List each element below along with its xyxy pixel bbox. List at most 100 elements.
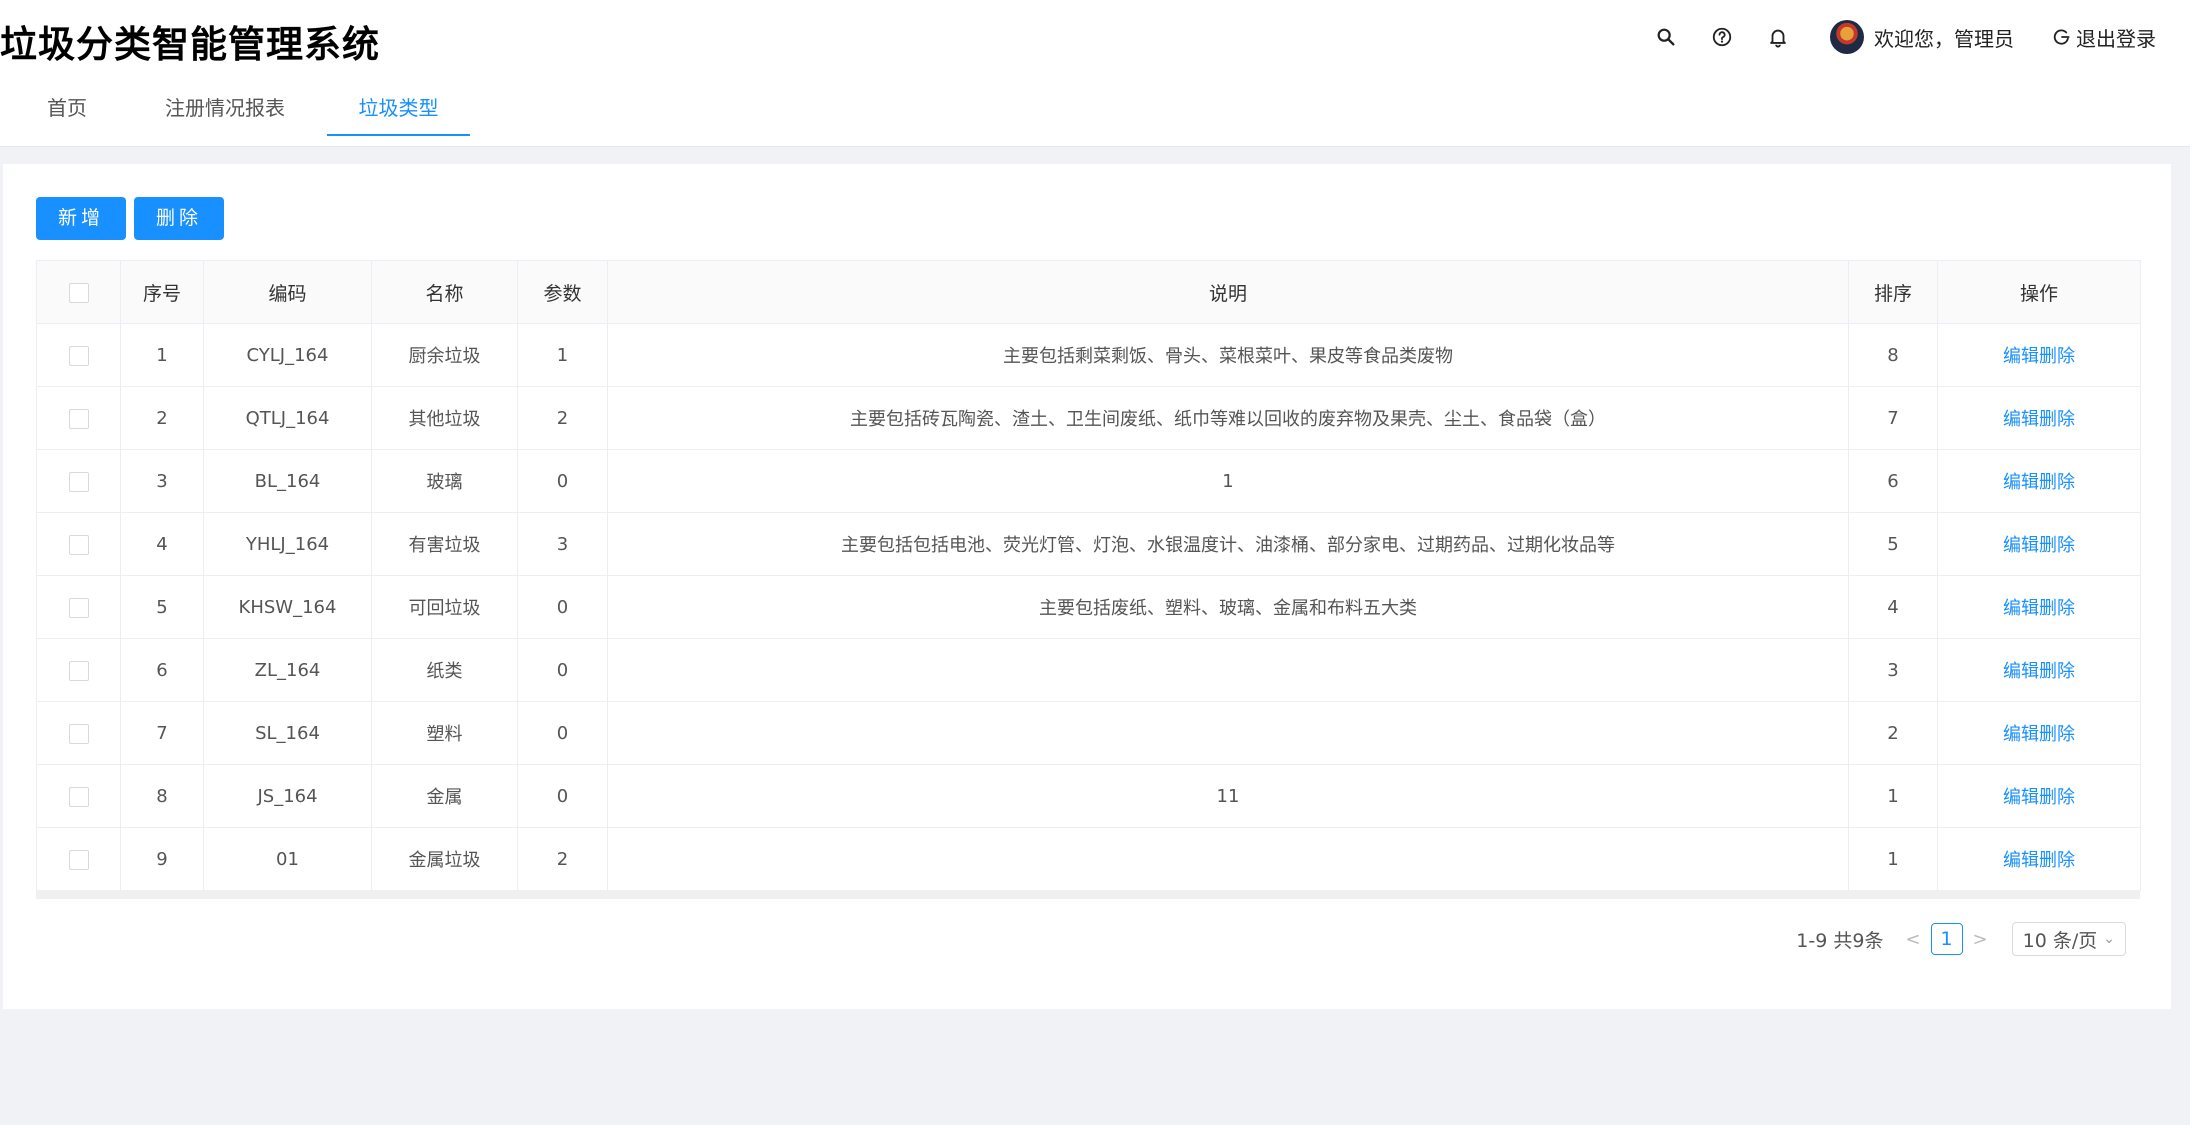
- cell-name: 其他垃圾: [371, 386, 518, 450]
- cell-sort: 1: [1848, 827, 1938, 891]
- cell-description: 主要包括包括电池、荧光灯管、灯泡、水银温度计、油漆桶、部分家电、过期药品、过期化…: [607, 512, 1849, 576]
- cell-index: 4: [120, 512, 204, 576]
- cell-sort: 7: [1848, 386, 1938, 450]
- cell-name: 金属: [371, 764, 518, 828]
- edit-delete-link[interactable]: 编辑删除: [2003, 472, 2075, 493]
- cell-description: 主要包括砖瓦陶瓷、渣土、卫生间废纸、纸巾等难以回收的废弃物及果壳、尘土、食品袋（…: [607, 386, 1849, 450]
- edit-delete-link[interactable]: 编辑删除: [2003, 724, 2075, 745]
- row-checkbox[interactable]: [68, 849, 89, 870]
- cell-description: 1: [607, 449, 1849, 513]
- select-all-checkbox[interactable]: [68, 282, 89, 303]
- cell-name: 可回垃圾: [371, 575, 518, 639]
- cell-index: 5: [120, 575, 204, 639]
- cell-code: KHSW_164: [203, 575, 372, 639]
- edit-delete-link[interactable]: 编辑删除: [2003, 787, 2075, 808]
- cell-param: 1: [517, 323, 608, 387]
- help-icon[interactable]: [1694, 9, 1750, 65]
- row-checkbox[interactable]: [68, 534, 89, 555]
- edit-delete-link[interactable]: 编辑删除: [2003, 850, 2075, 871]
- page-size-label: 10 条/页: [2022, 929, 2098, 952]
- search-icon[interactable]: [1638, 9, 1694, 65]
- welcome-text: 欢迎您，管理员: [1874, 26, 2014, 51]
- logout-label: 退出登录: [2076, 26, 2156, 51]
- column-header: 排序: [1848, 260, 1938, 324]
- cell-index: 1: [120, 323, 204, 387]
- cell-code: CYLJ_164: [203, 323, 372, 387]
- cell-param: 0: [517, 701, 608, 765]
- window-scrollbar[interactable]: [2190, 0, 2203, 1125]
- tab-bar: 首页 注册情况报表 垃圾类型: [0, 74, 2190, 147]
- cell-name: 纸类: [371, 638, 518, 702]
- column-header: 说明: [607, 260, 1849, 324]
- column-header: 序号: [120, 260, 204, 324]
- logout-button[interactable]: 退出登录: [2052, 23, 2156, 52]
- avatar: [1830, 20, 1864, 54]
- next-page-icon[interactable]: >: [1973, 929, 1988, 950]
- cell-description: 主要包括废纸、塑料、玻璃、金属和布料五大类: [607, 575, 1849, 639]
- row-checkbox[interactable]: [68, 408, 89, 429]
- table-row: 5 KHSW_164 可回垃圾 0 主要包括废纸、塑料、玻璃、金属和布料五大类 …: [36, 575, 2141, 639]
- cell-index: 9: [120, 827, 204, 891]
- edit-delete-link[interactable]: 编辑删除: [2003, 535, 2075, 556]
- row-checkbox[interactable]: [68, 723, 89, 744]
- cell-name: 玻璃: [371, 449, 518, 513]
- row-checkbox[interactable]: [68, 786, 89, 807]
- cell-param: 2: [517, 386, 608, 450]
- cell-param: 0: [517, 575, 608, 639]
- header-actions: 欢迎您，管理员 退出登录: [1638, 0, 2156, 74]
- tab-home[interactable]: 首页: [34, 74, 100, 136]
- tab-registration-report[interactable]: 注册情况报表: [150, 74, 300, 136]
- cell-code: ZL_164: [203, 638, 372, 702]
- cell-param: 0: [517, 638, 608, 702]
- cell-code: SL_164: [203, 701, 372, 765]
- column-header: 编码: [203, 260, 372, 324]
- cell-name: 金属垃圾: [371, 827, 518, 891]
- table-row: 2 QTLJ_164 其他垃圾 2 主要包括砖瓦陶瓷、渣土、卫生间废纸、纸巾等难…: [36, 386, 2141, 450]
- table-header-row: 序号 编码 名称 参数 说明 排序 操作: [36, 260, 2141, 324]
- column-header: 参数: [517, 260, 608, 324]
- cell-param: 3: [517, 512, 608, 576]
- delete-button[interactable]: 删除: [134, 197, 225, 240]
- cell-description: [607, 638, 1849, 702]
- table-row: 1 CYLJ_164 厨余垃圾 1 主要包括剩菜剩饭、骨头、菜根菜叶、果皮等食品…: [36, 323, 2141, 387]
- table-row: 8 JS_164 金属 0 11 1 编辑删除: [36, 764, 2141, 828]
- cell-index: 2: [120, 386, 204, 450]
- cell-index: 7: [120, 701, 204, 765]
- cell-param: 2: [517, 827, 608, 891]
- table-row: 9 01 金属垃圾 2 1 编辑删除: [36, 827, 2141, 891]
- edit-delete-link[interactable]: 编辑删除: [2003, 409, 2075, 430]
- cell-sort: 5: [1848, 512, 1938, 576]
- row-checkbox[interactable]: [68, 345, 89, 366]
- bell-icon[interactable]: [1750, 9, 1806, 65]
- cell-name: 有害垃圾: [371, 512, 518, 576]
- add-button[interactable]: 新增: [36, 197, 127, 240]
- user-menu[interactable]: 欢迎您，管理员: [1830, 20, 2014, 54]
- row-checkbox[interactable]: [68, 660, 89, 681]
- edit-delete-link[interactable]: 编辑删除: [2003, 346, 2075, 367]
- cell-sort: 3: [1848, 638, 1938, 702]
- logout-icon: [2053, 29, 2070, 45]
- tab-waste-type[interactable]: 垃圾类型: [327, 74, 470, 136]
- page-number[interactable]: 1: [1930, 923, 1963, 955]
- content-card: 新增 删除 序号 编码 名称 参数 说明 排序 操作 1 CYLJ_164 厨余…: [3, 164, 2171, 1009]
- edit-delete-link[interactable]: 编辑删除: [2003, 661, 2075, 682]
- table-horizontal-scrollbar[interactable]: [36, 890, 2140, 899]
- page-size-select[interactable]: 10 条/页 ⌄: [2011, 922, 2126, 956]
- row-checkbox[interactable]: [68, 597, 89, 618]
- cell-code: BL_164: [203, 449, 372, 513]
- waste-type-table: 序号 编码 名称 参数 说明 排序 操作 1 CYLJ_164 厨余垃圾 1 主…: [36, 260, 2141, 891]
- column-header: 操作: [1937, 260, 2141, 324]
- cell-sort: 4: [1848, 575, 1938, 639]
- cell-sort: 8: [1848, 323, 1938, 387]
- app-title: 垃圾分类智能管理系统: [0, 23, 380, 66]
- cell-description: [607, 701, 1849, 765]
- edit-delete-link[interactable]: 编辑删除: [2003, 598, 2075, 619]
- cell-sort: 2: [1848, 701, 1938, 765]
- table-row: 3 BL_164 玻璃 0 1 6 编辑删除: [36, 449, 2141, 513]
- table-row: 6 ZL_164 纸类 0 3 编辑删除: [36, 638, 2141, 702]
- prev-page-icon[interactable]: <: [1905, 929, 1920, 950]
- row-checkbox[interactable]: [68, 471, 89, 492]
- cell-name: 塑料: [371, 701, 518, 765]
- cell-param: 0: [517, 449, 608, 513]
- cell-index: 6: [120, 638, 204, 702]
